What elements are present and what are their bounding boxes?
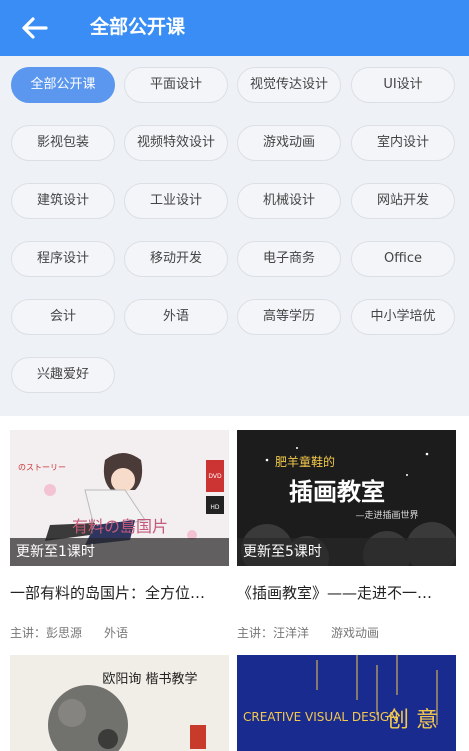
course-card[interactable]: CREATIVE VISUAL DESIGN 创 意 (237, 655, 456, 751)
filter-chip-interior-design[interactable]: 室内设计 (351, 125, 455, 161)
course-teacher: 主讲：彭思源 (10, 626, 83, 640)
svg-text:のストーリー: のストーリー (18, 463, 66, 472)
filter-chip-foreign-language[interactable]: 外语 (124, 299, 228, 335)
filter-chip-higher-education[interactable]: 高等学历 (237, 299, 341, 335)
svg-text:DVD: DVD (208, 473, 222, 480)
update-status: 更新至1课时 (10, 538, 229, 566)
course-title: 《插画教室》——走进不一… (237, 584, 433, 602)
course-card[interactable]: 欧阳询 楷书教学 (10, 655, 229, 751)
course-title: 一部有料的岛国片：全方位… (10, 584, 206, 602)
filter-chip-office[interactable]: Office (351, 241, 455, 277)
course-list: DVD HD のストーリー 有料の島国片 更新至1课时 一部有料的岛国片：全方位… (0, 416, 469, 751)
course-meta: 主讲：彭思源 外语 (10, 624, 128, 642)
back-button[interactable] (14, 12, 54, 44)
thumbnail-title: CREATIVE VISUAL DESIGN (243, 710, 398, 724)
filter-chip-hobbies[interactable]: 兴趣爱好 (11, 357, 115, 393)
course-meta: 主讲：汪洋洋 游戏动画 (237, 624, 379, 642)
filter-chip-ecommerce[interactable]: 电子商务 (237, 241, 341, 277)
thumbnail-subtitle: 肥羊童鞋的 (275, 454, 335, 469)
filter-chip-video-packaging[interactable]: 影视包装 (11, 125, 115, 161)
filter-chip-accounting[interactable]: 会计 (11, 299, 115, 335)
filter-chip-vfx-design[interactable]: 视频特效设计 (124, 125, 228, 161)
course-thumbnail: 欧阳询 楷书教学 (10, 655, 229, 751)
course-card[interactable]: 肥羊童鞋的 插画教室 —走进插画世界 更新至5课时 《插画教室》——走进不一… … (237, 430, 456, 640)
filter-chip-mechanical-design[interactable]: 机械设计 (237, 183, 341, 219)
filter-chip-game-animation[interactable]: 游戏动画 (237, 125, 341, 161)
category-filter-panel: 全部公开课 平面设计 视觉传达设计 UI设计 影视包装 视频特效设计 游戏动画 … (0, 56, 469, 416)
filter-chip-visual-communication[interactable]: 视觉传达设计 (237, 67, 341, 103)
arrow-left-icon (22, 17, 48, 39)
app-header: 全部公开课 (0, 0, 469, 56)
svg-text:HD: HD (210, 504, 220, 511)
filter-chip-architecture[interactable]: 建筑设计 (11, 183, 115, 219)
course-category: 游戏动画 (331, 626, 380, 640)
course-card[interactable]: DVD HD のストーリー 有料の島国片 更新至1课时 一部有料的岛国片：全方位… (10, 430, 229, 640)
filter-chip-mobile-development[interactable]: 移动开发 (124, 241, 228, 277)
thumbnail-title: 插画教室 (289, 478, 385, 506)
page-title: 全部公开课 (90, 16, 186, 38)
filter-chip-industrial-design[interactable]: 工业设计 (124, 183, 228, 219)
filter-chip-k12-tutoring[interactable]: 中小学培优 (351, 299, 455, 335)
filter-chip-programming[interactable]: 程序设计 (11, 241, 115, 277)
update-status: 更新至5课时 (237, 538, 456, 566)
filter-chip-web-development[interactable]: 网站开发 (351, 183, 455, 219)
thumbnail-title: 欧阳询 楷书教学 (102, 671, 197, 687)
filter-chip-all[interactable]: 全部公开课 (11, 67, 115, 103)
course-teacher: 主讲：汪洋洋 (237, 626, 310, 640)
filter-chip-graphic-design[interactable]: 平面设计 (124, 67, 228, 103)
thumbnail-subtitle: 创 意 (387, 708, 438, 733)
course-category: 外语 (104, 626, 129, 640)
thumbnail-caption: —走进插画世界 (355, 509, 418, 521)
thumbnail-title: 有料の島国片 (72, 517, 168, 536)
filter-chip-ui-design[interactable]: UI设计 (351, 67, 455, 103)
course-thumbnail: CREATIVE VISUAL DESIGN 创 意 (237, 655, 456, 751)
